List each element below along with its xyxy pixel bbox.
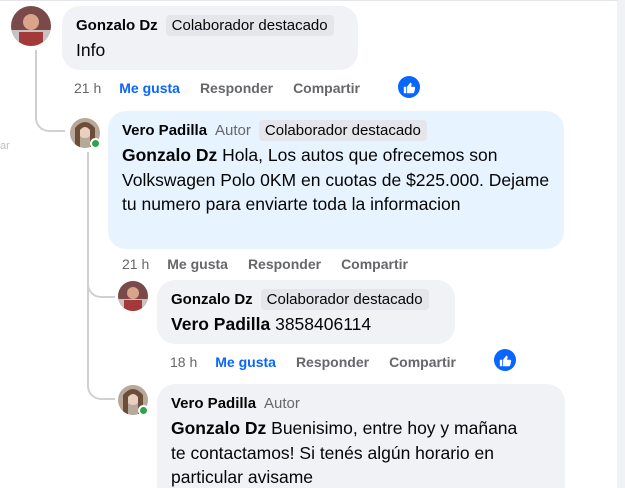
like-button[interactable]: Me gusta: [167, 256, 228, 272]
top-fan-badge: Colaborador destacado: [165, 14, 334, 36]
author-label: Autor: [215, 121, 251, 139]
online-status-dot: [90, 138, 101, 149]
share-button[interactable]: Compartir: [389, 354, 456, 370]
mention-link[interactable]: Gonzalo Dz: [171, 418, 266, 438]
comment-bubble: Vero Padilla Autor Gonzalo Dz Buenisimo,…: [157, 384, 565, 488]
comment-actions: 21 h Me gusta Responder Compartir: [122, 254, 428, 274]
comment-author[interactable]: Vero Padilla: [171, 395, 256, 412]
profile-photo-icon: [118, 281, 148, 311]
top-fan-badge: Colaborador destacado: [260, 288, 429, 310]
comment-timestamp[interactable]: 21 h: [74, 80, 101, 96]
comment-actions: 18 h Me gusta Responder Compartir: [170, 352, 476, 372]
comment-text: Gonzalo Dz Hola, Los autos que ofrecemos…: [122, 143, 552, 217]
comment-author[interactable]: Gonzalo Dz: [76, 17, 158, 34]
scrollbar-track[interactable]: [617, 0, 625, 488]
online-status-dot: [138, 405, 149, 416]
comment-author[interactable]: Vero Padilla: [122, 122, 207, 139]
comment-bubble: Gonzalo Dz Colaborador destacado Vero Pa…: [157, 280, 455, 344]
top-divider: [0, 0, 625, 1]
comment-actions: 21 h Me gusta Responder Compartir: [74, 78, 380, 98]
like-button[interactable]: Me gusta: [215, 354, 276, 370]
share-button[interactable]: Compartir: [293, 80, 360, 96]
profile-photo-icon: [11, 6, 51, 46]
share-button[interactable]: Compartir: [341, 256, 408, 272]
avatar[interactable]: [11, 6, 51, 46]
comment-author[interactable]: Gonzalo Dz: [171, 291, 253, 308]
comment-bubble: Gonzalo Dz Colaborador destacado Info: [62, 6, 358, 70]
reply-button[interactable]: Responder: [248, 256, 321, 272]
top-fan-badge: Colaborador destacado: [258, 119, 427, 141]
mention-link[interactable]: Gonzalo Dz: [122, 145, 217, 165]
avatar[interactable]: [118, 281, 148, 311]
comment-text: Info: [76, 40, 106, 60]
reply-button[interactable]: Responder: [296, 354, 369, 370]
thread-connector: [87, 380, 115, 400]
comment-body: 3858406114: [275, 314, 372, 334]
author-label: Autor: [264, 394, 300, 412]
reply-button[interactable]: Responder: [200, 80, 273, 96]
thread-line: [87, 152, 89, 387]
comment-text: Vero Padilla 3858406114: [171, 312, 443, 337]
side-stub-text: ar: [0, 140, 10, 152]
comment-timestamp[interactable]: 21 h: [122, 256, 149, 272]
mention-link[interactable]: Vero Padilla: [171, 314, 270, 334]
comment-text: Gonzalo Dz Buenisimo, entre hoy y mañana…: [171, 416, 531, 488]
comment-bubble: Vero Padilla Autor Colaborador destacado…: [108, 111, 564, 249]
thumbs-up-icon[interactable]: [494, 349, 516, 371]
thread-connector: [35, 110, 65, 132]
thumbs-up-icon[interactable]: [398, 76, 420, 98]
thread-connector: [87, 278, 115, 298]
comment-timestamp[interactable]: 18 h: [170, 354, 197, 370]
like-button[interactable]: Me gusta: [119, 80, 180, 96]
